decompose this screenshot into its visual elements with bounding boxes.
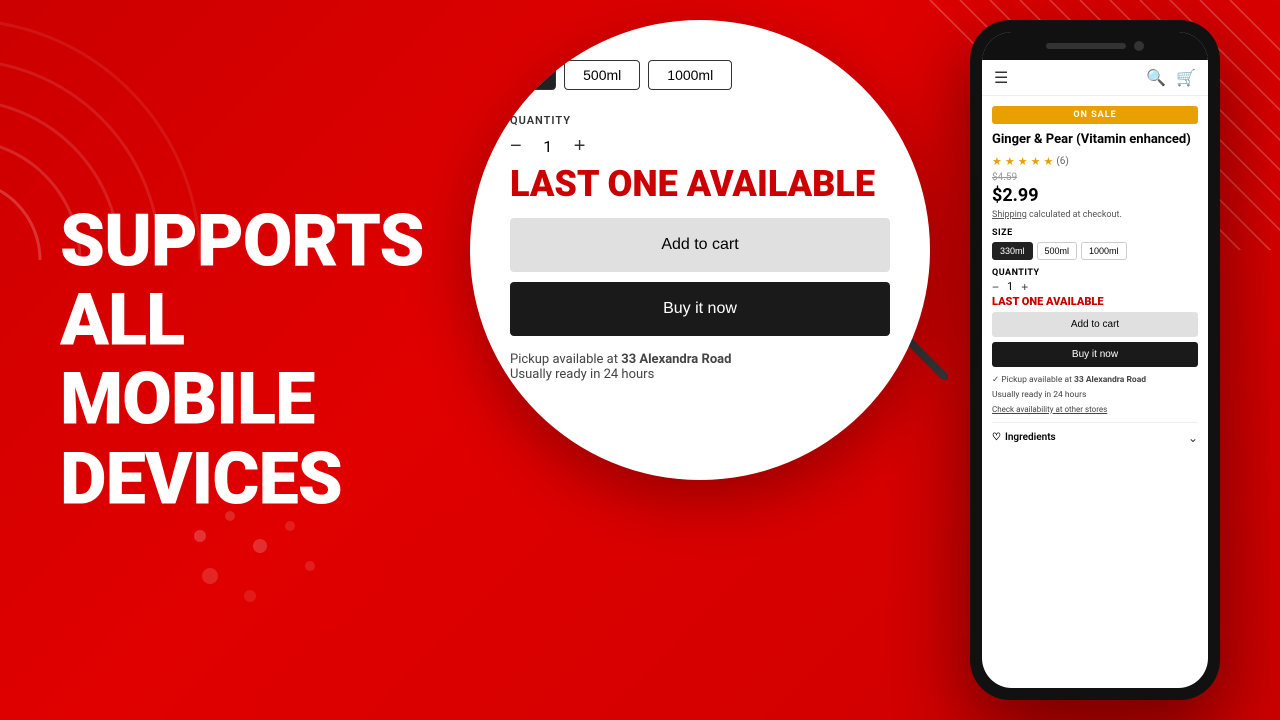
star-2: ★ [1005, 155, 1015, 168]
phone-pickup-location: 33 Alexandra Road [1074, 375, 1146, 385]
phone-qty-decrease[interactable]: − [992, 280, 999, 294]
magnifier-last-one: LAST ONE AVAILABLE [510, 166, 890, 202]
heart-icon: ♡ [992, 432, 1001, 443]
mag-buy-now-button[interactable]: Buy it now [510, 282, 890, 336]
phone-menu-icon[interactable]: ☰ [994, 68, 1008, 87]
phone-pickup-prefix: Pickup available at [1001, 375, 1072, 385]
phone-ingredients-row: ♡ Ingredients ⌄ [992, 422, 1198, 445]
phone-nav-bar: ☰ 🔍 🛒 [982, 60, 1208, 96]
mag-add-to-cart-button[interactable]: Add to cart [510, 218, 890, 272]
mag-pickup-prefix: Pickup available at [510, 352, 618, 367]
phone-size-500ml[interactable]: 500ml [1037, 242, 1078, 260]
phone-check-availability-link[interactable]: Check availability at other stores [992, 405, 1198, 414]
phone-ingredients-chevron[interactable]: ⌄ [1188, 431, 1198, 445]
phone-notch [982, 32, 1208, 60]
review-count: (6) [1056, 156, 1069, 167]
phone-size-330ml[interactable]: 330ml [992, 242, 1033, 260]
phone-cart-icon[interactable]: 🛒 [1176, 68, 1196, 87]
notch-bar [1046, 43, 1126, 49]
phone-ingredients-label: ♡ Ingredients [992, 432, 1056, 443]
phone-add-to-cart-button[interactable]: Add to cart [992, 312, 1198, 337]
phone-size-1000ml[interactable]: 1000ml [1081, 242, 1127, 260]
phone-size-label: SIZE [992, 228, 1198, 238]
mag-size-1000ml[interactable]: 1000ml [648, 60, 732, 90]
star-half: ★ [1044, 155, 1054, 168]
mag-pickup-location: 33 Alexandra Road [621, 352, 731, 367]
phone-ingredients-text: Ingredients [1005, 432, 1056, 443]
phone-mockup: ☰ 🔍 🛒 ON SALE Ginger & Pear (Vitamin enh… [970, 20, 1220, 700]
phone-buy-now-button[interactable]: Buy it now [992, 342, 1198, 367]
phone-quantity-control: − 1 + [992, 280, 1198, 294]
original-price: $4.59 [992, 172, 1198, 183]
star-1: ★ [992, 155, 1002, 168]
on-sale-badge: ON SALE [992, 106, 1198, 124]
hero-text: SUPPORTS ALL MOBILE DEVICES [60, 202, 480, 519]
notch-camera [1134, 41, 1144, 51]
magnifier-circle: 330ml 500ml 1000ml QUANTITY − 1 + LAST O… [470, 20, 930, 480]
phone-last-one: LAST ONE AVAILABLE [992, 296, 1198, 307]
star-4: ★ [1031, 155, 1041, 168]
hero-line1: SUPPORTS ALL [60, 202, 480, 360]
shipping-link[interactable]: Shipping [992, 210, 1027, 220]
phone-pickup-ready: Usually ready in 24 hours [992, 390, 1198, 402]
phone-pickup-check: ✓ [992, 375, 999, 385]
shipping-suffix: calculated at checkout. [1029, 210, 1122, 220]
mag-qty-value: 1 [538, 137, 558, 156]
product-title: Ginger & Pear (Vitamin enhanced) [992, 132, 1198, 149]
magnifier-quantity-label: QUANTITY [510, 114, 890, 127]
sale-price: $2.99 [992, 185, 1198, 206]
hero-line2: MOBILE [60, 360, 480, 439]
phone-size-buttons: 330ml 500ml 1000ml [992, 242, 1198, 260]
phone-search-icon[interactable]: 🔍 [1146, 68, 1166, 87]
magnifier-pickup: Pickup available at 33 Alexandra Road Us… [510, 352, 890, 382]
phone-pickup-ready-text: Usually ready in 24 hours [992, 390, 1086, 400]
shipping-info: Shipping calculated at checkout. [992, 210, 1198, 220]
phone-qty-increase[interactable]: + [1021, 280, 1028, 294]
mag-size-500ml[interactable]: 500ml [564, 60, 640, 90]
magnifier-quantity-control: − 1 + [510, 135, 890, 158]
phone-product-content: ON SALE Ginger & Pear (Vitamin enhanced)… [982, 96, 1208, 688]
phone-quantity-label: QUANTITY [992, 268, 1198, 278]
phone-screen: ☰ 🔍 🛒 ON SALE Ginger & Pear (Vitamin enh… [982, 32, 1208, 688]
star-rating: ★ ★ ★ ★ ★ (6) [992, 155, 1198, 168]
phone-pickup-info: ✓ Pickup available at 33 Alexandra Road [992, 375, 1198, 387]
hero-line3: DEVICES [60, 439, 480, 518]
mag-qty-decrease[interactable]: − [510, 135, 522, 158]
mag-pickup-ready: Usually ready in 24 hours [510, 367, 654, 382]
phone-qty-value: 1 [1007, 280, 1013, 293]
star-3: ★ [1018, 155, 1028, 168]
mag-qty-increase[interactable]: + [574, 135, 586, 158]
